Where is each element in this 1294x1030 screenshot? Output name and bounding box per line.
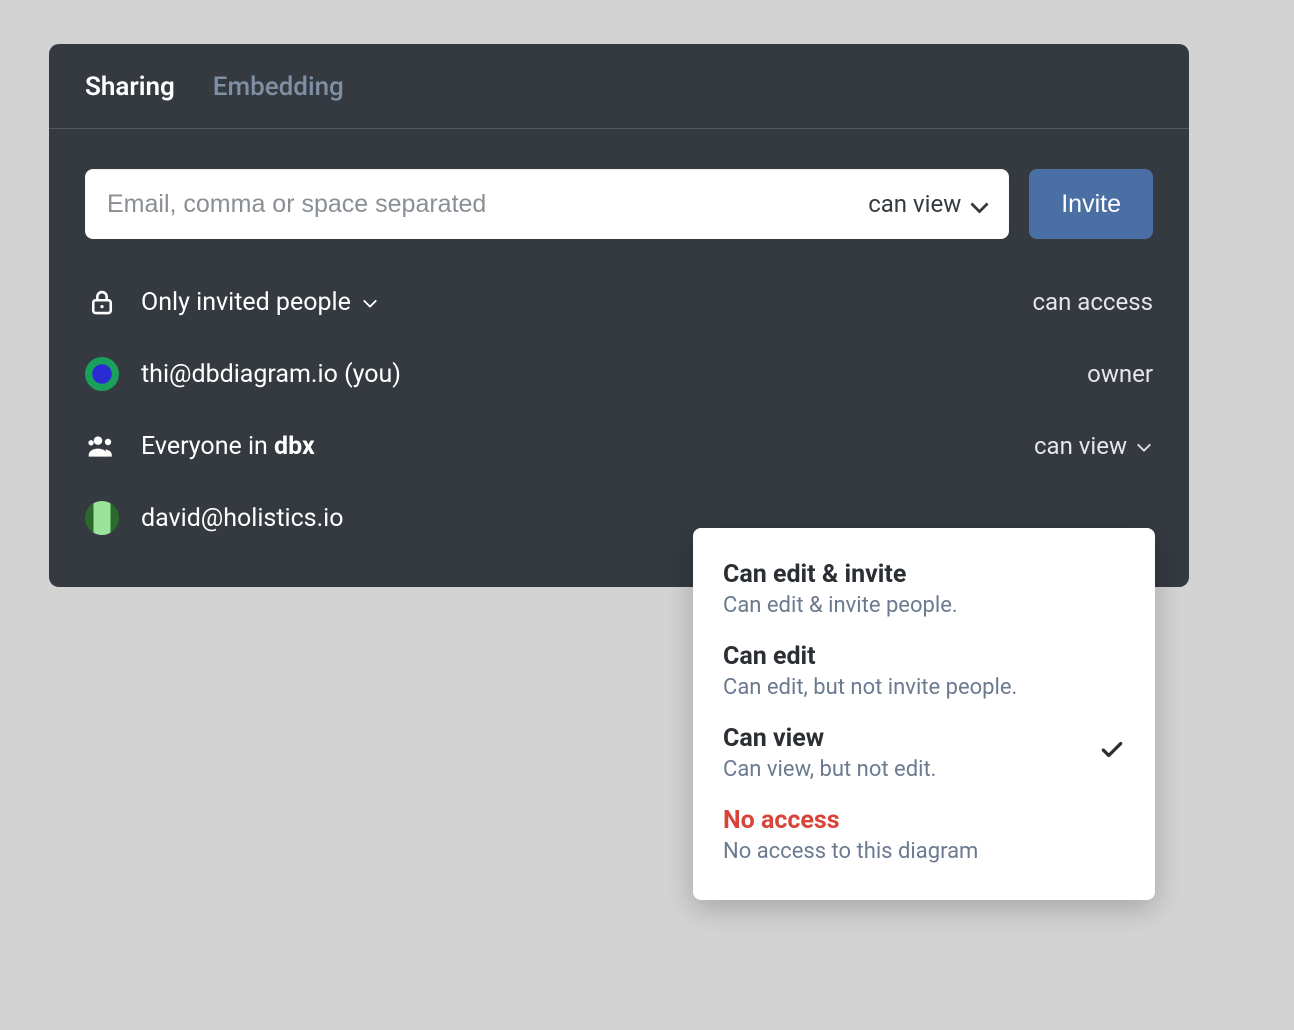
dialog-tabs: Sharing Embedding xyxy=(49,44,1189,129)
access-scope-select[interactable]: Only invited people xyxy=(141,288,379,317)
lock-icon xyxy=(85,285,119,319)
member-role-label: can view xyxy=(1034,432,1127,460)
permission-option-desc: No access to this diagram xyxy=(723,839,1125,864)
member-row: thi@dbdiagram.io (you) owner xyxy=(85,357,1153,391)
permission-option-title: Can edit & invite xyxy=(723,560,1125,589)
tab-sharing[interactable]: Sharing xyxy=(85,72,175,102)
access-scope-label: Only invited people xyxy=(141,288,351,317)
member-role-select[interactable]: can view xyxy=(1034,432,1153,460)
member-role: owner xyxy=(1087,360,1153,388)
invite-button[interactable]: Invite xyxy=(1029,169,1153,239)
member-label-bold: dbx xyxy=(274,432,315,461)
email-box: can view xyxy=(85,169,1009,239)
member-label: thi@dbdiagram.io (you) xyxy=(141,360,401,389)
chevron-down-icon xyxy=(363,294,379,310)
member-label: Everyone in dbx xyxy=(141,432,315,461)
avatar xyxy=(85,357,119,391)
permission-option[interactable]: Can edit Can edit, but not invite people. xyxy=(693,630,1155,712)
access-scope-row: Only invited people can access xyxy=(85,285,1153,319)
chevron-down-icon xyxy=(1137,438,1153,454)
permission-option-desc: Can edit & invite people. xyxy=(723,593,1125,618)
invite-permission-select[interactable]: can view xyxy=(868,190,987,218)
access-scope-role: can access xyxy=(1032,288,1153,316)
permission-option[interactable]: Can edit & invite Can edit & invite peopl… xyxy=(693,548,1155,630)
tab-embedding[interactable]: Embedding xyxy=(213,72,344,102)
permission-option-title: Can edit xyxy=(723,642,1125,671)
email-input[interactable] xyxy=(107,190,868,219)
dialog-body: can view Invite Only in xyxy=(49,129,1189,587)
check-icon xyxy=(1099,736,1125,762)
permission-option-title: Can view xyxy=(723,724,1089,753)
permission-option-desc: Can view, but not edit. xyxy=(723,757,1089,782)
permission-option-desc: Can edit, but not invite people. xyxy=(723,675,1125,700)
avatar xyxy=(85,501,119,535)
permission-dropdown: Can edit & invite Can edit & invite peopl… xyxy=(693,528,1155,900)
chevron-down-icon xyxy=(971,196,987,212)
sharing-dialog: Sharing Embedding can view Invite xyxy=(49,44,1189,587)
member-label-prefix: Everyone in xyxy=(141,432,274,461)
member-row: Everyone in dbx can view xyxy=(85,429,1153,463)
invite-permission-label: can view xyxy=(868,190,961,218)
access-list: Only invited people can access thi@dbdia… xyxy=(85,285,1153,535)
permission-option-title: No access xyxy=(723,806,1125,835)
permission-option[interactable]: No access No access to this diagram xyxy=(693,794,1155,876)
invite-row: can view Invite xyxy=(85,169,1153,239)
member-label: david@holistics.io xyxy=(141,504,344,533)
group-icon xyxy=(85,429,119,463)
permission-option[interactable]: Can view Can view, but not edit. xyxy=(693,712,1155,794)
